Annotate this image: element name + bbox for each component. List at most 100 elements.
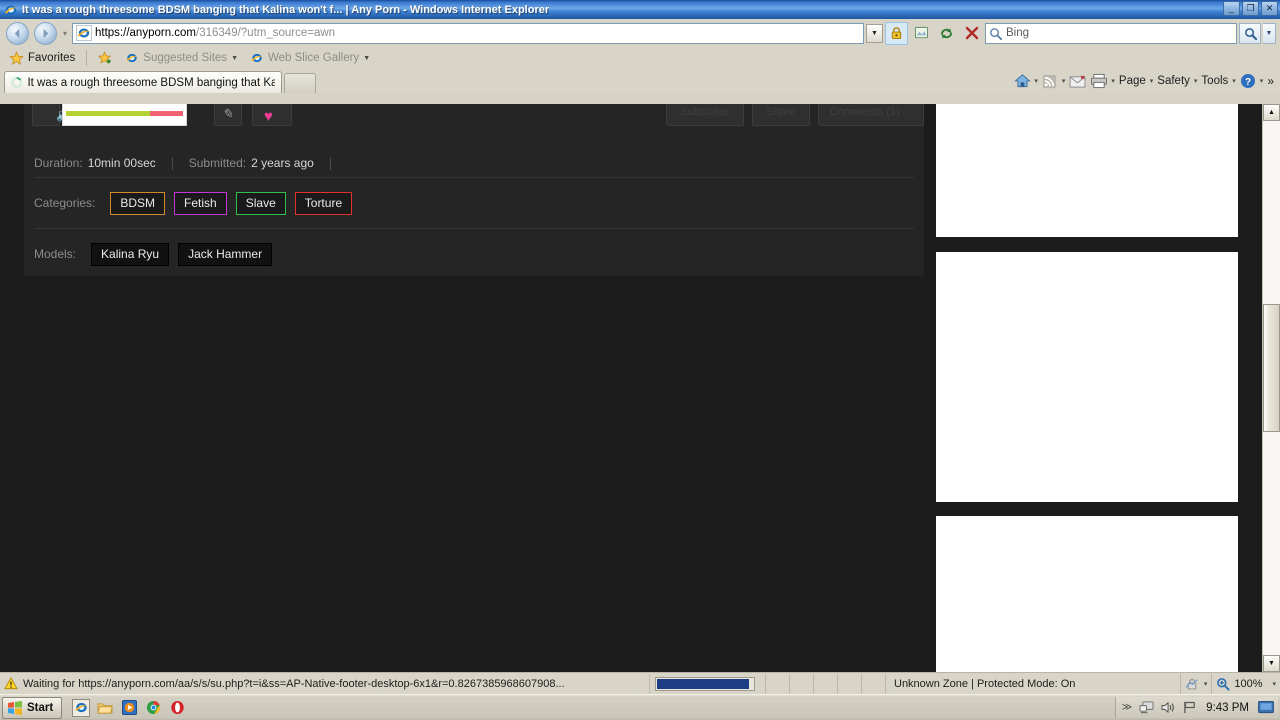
address-bar[interactable]: https://anyporn.com/316349/?utm_source=a…	[72, 22, 864, 44]
compatibility-view-icon[interactable]	[910, 22, 933, 45]
print-icon[interactable]	[1089, 71, 1109, 91]
stop-icon[interactable]	[960, 22, 983, 45]
page-favicon-icon	[76, 25, 92, 41]
video-action-row: 🔊 ✎ ♥ Subscribe Share Comments (1)	[24, 104, 924, 126]
feeds-icon[interactable]	[1040, 71, 1060, 91]
start-button[interactable]: Start	[2, 696, 63, 719]
rating-bar-track	[66, 110, 183, 116]
model-tag-jack-hammer[interactable]: Jack Hammer	[178, 242, 273, 266]
scrollbar-thumb[interactable]	[1263, 304, 1280, 432]
action-center-icon	[1184, 701, 1195, 714]
opera-icon[interactable]	[168, 699, 186, 717]
models-row: Models: Kalina Ryu Jack Hammer	[24, 229, 924, 279]
volume-icon	[1161, 701, 1175, 714]
mail-icon[interactable]	[1067, 71, 1087, 91]
windows-taskbar: Start ≫ 9:43 PM	[0, 694, 1280, 720]
add-favorites-icon[interactable]	[94, 50, 117, 67]
star-icon	[9, 50, 24, 65]
safety-menu-caret[interactable]: ▾	[1194, 77, 1198, 85]
model-tag-kalina-ryu[interactable]: Kalina Ryu	[91, 242, 170, 266]
protected-mode-icon	[1185, 678, 1198, 689]
favorites-label: Favorites	[28, 52, 76, 64]
status-message: Waiting for https://anyporn.com/aa/s/s/s…	[23, 677, 565, 690]
system-tray: ≫ 9:43 PM	[1114, 697, 1278, 718]
submitted-value: 2 years ago	[251, 156, 314, 170]
web-slice-gallery-item[interactable]: Web Slice Gallery ▼	[246, 50, 374, 66]
protected-mode-caret[interactable]: ▾	[1204, 680, 1208, 688]
internet-explorer-icon	[4, 3, 18, 17]
minimize-button[interactable]: _	[1223, 1, 1240, 16]
page-menu-button[interactable]: Page	[1117, 75, 1148, 87]
recent-pages-button[interactable]: ▾	[60, 29, 70, 38]
category-tag-torture[interactable]: Torture	[294, 191, 353, 215]
home-icon[interactable]	[1012, 71, 1032, 91]
command-bar-overflow-button[interactable]: »	[1265, 74, 1276, 88]
category-tag-bdsm[interactable]: BDSM	[110, 191, 166, 215]
loading-progress-fill	[657, 678, 749, 689]
back-button[interactable]	[4, 20, 30, 46]
scroll-down-button[interactable]: ▼	[1263, 655, 1280, 672]
page-menu-caret[interactable]: ▾	[1150, 77, 1154, 85]
heart-icon: ♥	[264, 108, 273, 125]
tab-bar: It was a rough threesome BDSM banging th…	[0, 69, 1280, 93]
ad-slot-1[interactable]	[936, 104, 1238, 237]
duration-label: Duration:	[34, 156, 83, 170]
feeds-dropdown-caret[interactable]: ▾	[1062, 77, 1066, 85]
search-provider-dropdown[interactable]: ▼	[1263, 22, 1276, 44]
help-icon[interactable]: ?	[1238, 71, 1258, 91]
address-dropdown-button[interactable]: ▼	[866, 23, 883, 43]
category-tag-fetish[interactable]: Fetish	[174, 191, 227, 215]
restore-button[interactable]: ❐	[1242, 1, 1259, 16]
suggested-sites-label: Suggested Sites	[143, 52, 228, 64]
print-dropdown-caret[interactable]: ▾	[1111, 77, 1115, 85]
tools-menu-button[interactable]: Tools	[1199, 75, 1230, 87]
browser-tab[interactable]: It was a rough threesome BDSM banging th…	[4, 71, 282, 93]
search-go-button[interactable]	[1239, 22, 1261, 44]
new-tab-button[interactable]	[284, 73, 316, 93]
favorites-button[interactable]: Favorites	[5, 50, 79, 67]
category-tag-slave[interactable]: Slave	[235, 191, 286, 215]
video-info-panel: 🔊 ✎ ♥ Subscribe Share Comments (1)	[24, 104, 924, 276]
internet-explorer-icon[interactable]	[72, 698, 91, 717]
refresh-icon[interactable]	[935, 22, 958, 45]
help-dropdown-caret[interactable]: ▾	[1260, 77, 1264, 85]
tools-menu-caret[interactable]: ▾	[1232, 77, 1236, 85]
meta-divider	[329, 156, 331, 170]
forward-arrow-icon	[33, 21, 57, 45]
status-blank-cell	[814, 673, 838, 694]
suggested-sites-item[interactable]: Suggested Sites ▼	[121, 50, 242, 66]
security-zone-cell[interactable]: Unknown Zone | Protected Mode: On	[886, 673, 1181, 694]
navigation-toolbar: ▾ https://anyporn.com/316349/?utm_source…	[0, 19, 1280, 47]
clock[interactable]: 9:43 PM	[1206, 702, 1249, 714]
command-bar: ▾ ▾ ▾ Page ▾ Safety ▾ Tools ▾ ? ▾ »	[1012, 70, 1276, 92]
home-dropdown-caret[interactable]: ▾	[1034, 77, 1038, 85]
page-scrollbar-vertical[interactable]: ▲ ▼	[1262, 104, 1280, 672]
comments-label: Comments (1)	[830, 106, 900, 118]
ad-slot-2[interactable]	[936, 252, 1238, 502]
file-explorer-icon[interactable]	[96, 699, 114, 717]
media-player-icon[interactable]	[120, 699, 138, 717]
protected-mode-cell[interactable]: ▾	[1181, 673, 1213, 694]
zoom-cell[interactable]: 100% ▾	[1212, 674, 1280, 694]
rating-negative	[150, 110, 183, 116]
show-hidden-icons-button[interactable]: ≫	[1122, 702, 1132, 713]
search-input[interactable]: Bing	[985, 22, 1237, 44]
scroll-up-button[interactable]: ▲	[1263, 104, 1280, 121]
chrome-icon[interactable]	[144, 699, 162, 717]
safety-menu-button[interactable]: Safety	[1155, 75, 1192, 87]
pencil-icon: ✎	[222, 106, 233, 121]
zoom-caret[interactable]: ▾	[1272, 680, 1276, 688]
web-slice-gallery-label: Web Slice Gallery	[268, 52, 360, 64]
categories-label: Categories:	[34, 196, 96, 210]
submitted-label: Submitted:	[188, 156, 247, 170]
chevron-down-icon: ▼	[231, 54, 238, 62]
ad-slot-3[interactable]	[936, 516, 1238, 672]
forward-button[interactable]	[32, 20, 58, 46]
ie-icon	[251, 53, 263, 63]
lock-icon[interactable]	[885, 21, 908, 45]
status-blank-cell	[790, 673, 814, 694]
tab-title: It was a rough threesome BDSM banging th…	[27, 76, 275, 89]
favorites-separator	[86, 50, 88, 66]
chevron-down-icon: ▼	[363, 54, 371, 62]
close-button[interactable]: ✕	[1261, 1, 1278, 16]
